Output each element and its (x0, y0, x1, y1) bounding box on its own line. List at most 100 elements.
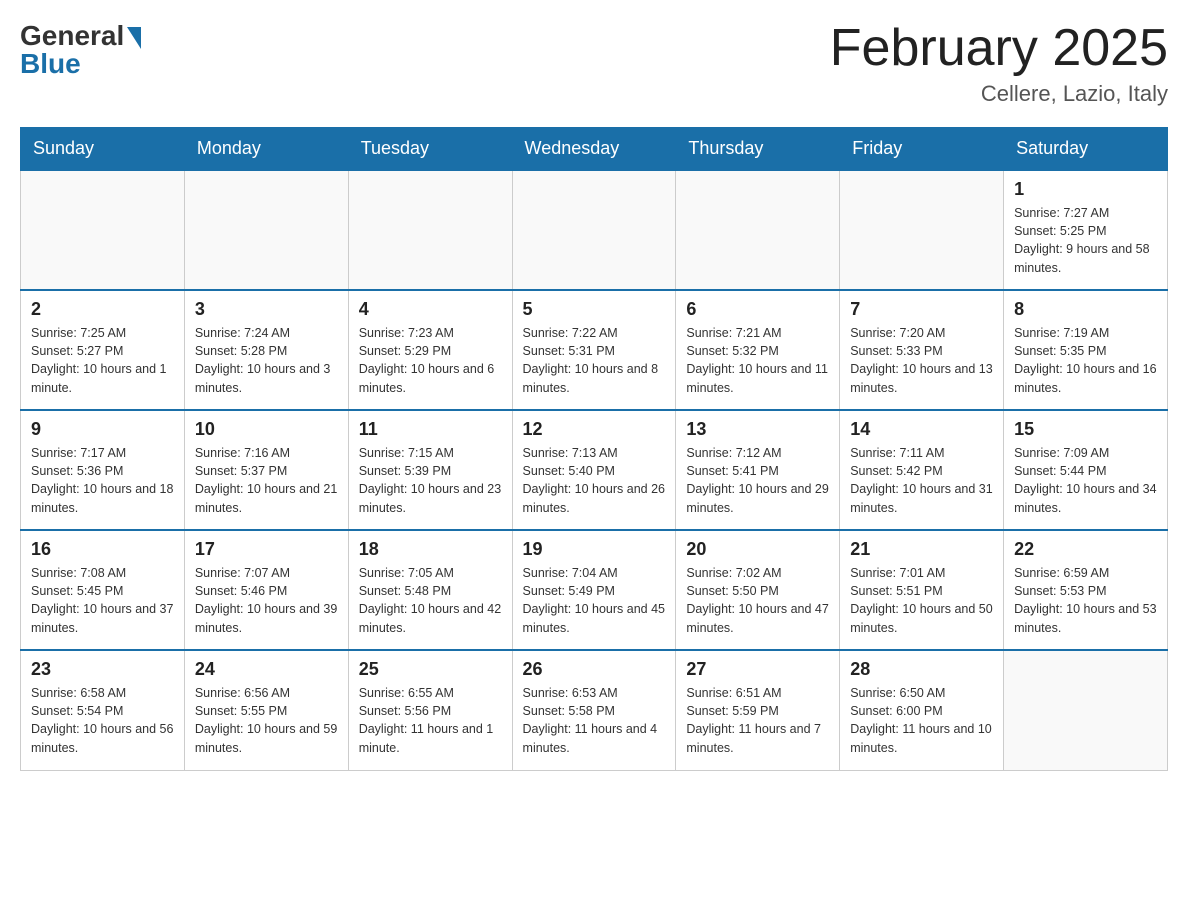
day-info: Sunrise: 7:22 AMSunset: 5:31 PMDaylight:… (523, 324, 666, 397)
day-number: 22 (1014, 539, 1157, 560)
calendar-cell: 2 Sunrise: 7:25 AMSunset: 5:27 PMDaylight… (21, 290, 185, 410)
day-number: 25 (359, 659, 502, 680)
calendar-cell: 12 Sunrise: 7:13 AMSunset: 5:40 PMDayligh… (512, 410, 676, 530)
week-row-4: 16 Sunrise: 7:08 AMSunset: 5:45 PMDayligh… (21, 530, 1168, 650)
day-info: Sunrise: 7:09 AMSunset: 5:44 PMDaylight:… (1014, 444, 1157, 517)
month-title: February 2025 (830, 20, 1168, 77)
day-info: Sunrise: 7:02 AMSunset: 5:50 PMDaylight:… (686, 564, 829, 637)
day-info: Sunrise: 6:50 AMSunset: 6:00 PMDaylight:… (850, 684, 993, 757)
calendar-cell: 10Sunrise: 7:16 AMSunset: 5:37 PMDayligh… (184, 410, 348, 530)
calendar-cell: 20 Sunrise: 7:02 AMSunset: 5:50 PMDayligh… (676, 530, 840, 650)
day-number: 4 (359, 299, 502, 320)
calendar-cell (348, 170, 512, 290)
day-info: Sunrise: 6:59 AMSunset: 5:53 PMDaylight:… (1014, 564, 1157, 637)
day-number: 15 (1014, 419, 1157, 440)
day-number: 1 (1014, 179, 1157, 200)
calendar-cell (512, 170, 676, 290)
day-number: 18 (359, 539, 502, 560)
day-number: 16 (31, 539, 174, 560)
day-info: Sunrise: 7:25 AMSunset: 5:27 PMDaylight:… (31, 324, 174, 397)
day-info: Sunrise: 6:56 AMSunset: 5:55 PMDaylight:… (195, 684, 338, 757)
logo: General Blue (20, 20, 141, 80)
calendar-cell: 16 Sunrise: 7:08 AMSunset: 5:45 PMDayligh… (21, 530, 185, 650)
day-number: 21 (850, 539, 993, 560)
day-info: Sunrise: 7:07 AMSunset: 5:46 PMDaylight:… (195, 564, 338, 637)
col-thursday: Thursday (676, 128, 840, 171)
day-number: 17 (195, 539, 338, 560)
title-section: February 2025 Cellere, Lazio, Italy (830, 20, 1168, 107)
calendar-cell: 14 Sunrise: 7:11 AMSunset: 5:42 PMDayligh… (840, 410, 1004, 530)
calendar-cell: 27 Sunrise: 6:51 AMSunset: 5:59 PMDayligh… (676, 650, 840, 770)
col-monday: Monday (184, 128, 348, 171)
day-info: Sunrise: 7:27 AMSunset: 5:25 PMDaylight:… (1014, 204, 1157, 277)
day-info: Sunrise: 7:08 AMSunset: 5:45 PMDaylight:… (31, 564, 174, 637)
calendar-cell: 24Sunrise: 6:56 AMSunset: 5:55 PMDayligh… (184, 650, 348, 770)
day-number: 6 (686, 299, 829, 320)
day-info: Sunrise: 7:15 AMSunset: 5:39 PMDaylight:… (359, 444, 502, 517)
col-friday: Friday (840, 128, 1004, 171)
calendar-cell: 22 Sunrise: 6:59 AMSunset: 5:53 PMDayligh… (1004, 530, 1168, 650)
col-tuesday: Tuesday (348, 128, 512, 171)
week-row-2: 2 Sunrise: 7:25 AMSunset: 5:27 PMDaylight… (21, 290, 1168, 410)
day-number: 27 (686, 659, 829, 680)
calendar-cell (21, 170, 185, 290)
col-sunday: Sunday (21, 128, 185, 171)
day-info: Sunrise: 6:58 AMSunset: 5:54 PMDaylight:… (31, 684, 174, 757)
day-number: 8 (1014, 299, 1157, 320)
calendar-cell: 18 Sunrise: 7:05 AMSunset: 5:48 PMDayligh… (348, 530, 512, 650)
day-number: 23 (31, 659, 174, 680)
calendar-cell (184, 170, 348, 290)
logo-blue-text: Blue (20, 48, 81, 80)
day-info: Sunrise: 7:05 AMSunset: 5:48 PMDaylight:… (359, 564, 502, 637)
day-number: 14 (850, 419, 993, 440)
week-row-1: 1 Sunrise: 7:27 AMSunset: 5:25 PMDaylight… (21, 170, 1168, 290)
day-number: 19 (523, 539, 666, 560)
calendar-cell: 21Sunrise: 7:01 AMSunset: 5:51 PMDayligh… (840, 530, 1004, 650)
logo-arrow-icon (127, 27, 141, 49)
calendar-table: Sunday Monday Tuesday Wednesday Thursday… (20, 127, 1168, 771)
calendar-cell (1004, 650, 1168, 770)
day-info: Sunrise: 7:13 AMSunset: 5:40 PMDaylight:… (523, 444, 666, 517)
calendar-cell: 6 Sunrise: 7:21 AMSunset: 5:32 PMDaylight… (676, 290, 840, 410)
week-row-5: 23 Sunrise: 6:58 AMSunset: 5:54 PMDayligh… (21, 650, 1168, 770)
day-info: Sunrise: 7:23 AMSunset: 5:29 PMDaylight:… (359, 324, 502, 397)
week-row-3: 9Sunrise: 7:17 AMSunset: 5:36 PMDaylight… (21, 410, 1168, 530)
day-number: 20 (686, 539, 829, 560)
calendar-cell: 1 Sunrise: 7:27 AMSunset: 5:25 PMDaylight… (1004, 170, 1168, 290)
calendar-cell: 8Sunrise: 7:19 AMSunset: 5:35 PMDaylight… (1004, 290, 1168, 410)
day-info: Sunrise: 7:04 AMSunset: 5:49 PMDaylight:… (523, 564, 666, 637)
day-info: Sunrise: 7:16 AMSunset: 5:37 PMDaylight:… (195, 444, 338, 517)
col-wednesday: Wednesday (512, 128, 676, 171)
day-info: Sunrise: 7:17 AMSunset: 5:36 PMDaylight:… (31, 444, 174, 517)
calendar-cell: 5 Sunrise: 7:22 AMSunset: 5:31 PMDaylight… (512, 290, 676, 410)
day-info: Sunrise: 7:11 AMSunset: 5:42 PMDaylight:… (850, 444, 993, 517)
calendar-cell: 25 Sunrise: 6:55 AMSunset: 5:56 PMDayligh… (348, 650, 512, 770)
calendar-cell (676, 170, 840, 290)
calendar-cell: 17 Sunrise: 7:07 AMSunset: 5:46 PMDayligh… (184, 530, 348, 650)
day-number: 2 (31, 299, 174, 320)
calendar-header-row: Sunday Monday Tuesday Wednesday Thursday… (21, 128, 1168, 171)
calendar-cell: 23 Sunrise: 6:58 AMSunset: 5:54 PMDayligh… (21, 650, 185, 770)
day-info: Sunrise: 7:12 AMSunset: 5:41 PMDaylight:… (686, 444, 829, 517)
calendar-cell: 11 Sunrise: 7:15 AMSunset: 5:39 PMDayligh… (348, 410, 512, 530)
day-info: Sunrise: 6:51 AMSunset: 5:59 PMDaylight:… (686, 684, 829, 757)
calendar-cell: 28 Sunrise: 6:50 AMSunset: 6:00 PMDayligh… (840, 650, 1004, 770)
calendar-cell: 19 Sunrise: 7:04 AMSunset: 5:49 PMDayligh… (512, 530, 676, 650)
day-number: 28 (850, 659, 993, 680)
day-number: 12 (523, 419, 666, 440)
calendar-cell: 15 Sunrise: 7:09 AMSunset: 5:44 PMDayligh… (1004, 410, 1168, 530)
calendar-cell: 13Sunrise: 7:12 AMSunset: 5:41 PMDayligh… (676, 410, 840, 530)
day-info: Sunrise: 7:24 AMSunset: 5:28 PMDaylight:… (195, 324, 338, 397)
day-number: 11 (359, 419, 502, 440)
page-header: General Blue February 2025 Cellere, Lazi… (20, 20, 1168, 107)
day-number: 5 (523, 299, 666, 320)
day-number: 26 (523, 659, 666, 680)
calendar-cell: 4 Sunrise: 7:23 AMSunset: 5:29 PMDaylight… (348, 290, 512, 410)
day-info: Sunrise: 7:21 AMSunset: 5:32 PMDaylight:… (686, 324, 829, 397)
col-saturday: Saturday (1004, 128, 1168, 171)
day-info: Sunrise: 6:55 AMSunset: 5:56 PMDaylight:… (359, 684, 502, 757)
calendar-cell: 26Sunrise: 6:53 AMSunset: 5:58 PMDayligh… (512, 650, 676, 770)
calendar-cell (840, 170, 1004, 290)
location-subtitle: Cellere, Lazio, Italy (830, 81, 1168, 107)
calendar-cell: 7Sunrise: 7:20 AMSunset: 5:33 PMDaylight… (840, 290, 1004, 410)
